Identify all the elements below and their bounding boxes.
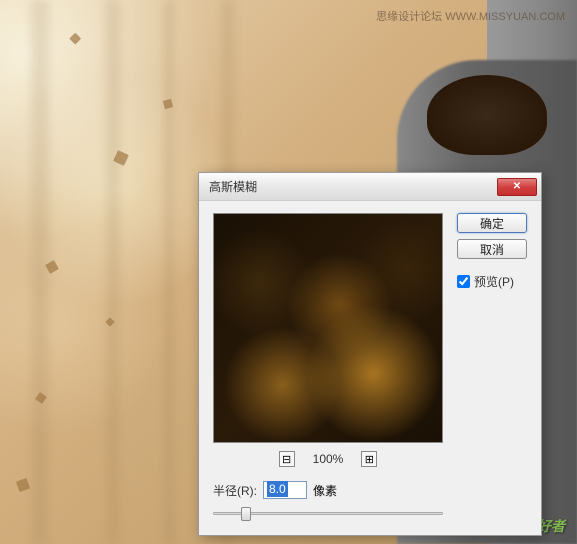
- radius-input[interactable]: 8.0: [263, 481, 307, 499]
- cancel-button[interactable]: 取消: [457, 239, 527, 259]
- close-icon: ✕: [513, 181, 521, 192]
- radius-label: 半径(R):: [213, 482, 257, 499]
- zoom-controls: ⊟ 100% ⊞: [213, 451, 443, 467]
- radius-slider[interactable]: [213, 507, 443, 521]
- radius-row: 半径(R): 8.0 像素: [213, 481, 443, 499]
- zoom-in-button[interactable]: ⊞: [361, 451, 377, 467]
- preview-checkbox-label: 预览(P): [474, 273, 514, 290]
- preview-column: ⊟ 100% ⊞ 半径(R): 8.0 像素: [213, 213, 443, 521]
- dialog-title: 高斯模糊: [209, 178, 497, 195]
- zoom-level: 100%: [313, 452, 344, 466]
- plus-icon: ⊞: [365, 453, 374, 466]
- ok-button[interactable]: 确定: [457, 213, 527, 233]
- preview-checkbox-row[interactable]: 预览(P): [457, 273, 527, 290]
- radius-unit: 像素: [313, 482, 337, 499]
- preview-checkbox[interactable]: [457, 275, 470, 288]
- dialog-body: ⊟ 100% ⊞ 半径(R): 8.0 像素 确定 取消 预览(: [199, 201, 541, 535]
- preview-image[interactable]: [213, 213, 443, 443]
- dialog-titlebar[interactable]: 高斯模糊 ✕: [199, 173, 541, 201]
- background-hair: [427, 75, 547, 155]
- gaussian-blur-dialog: 高斯模糊 ✕ ⊟ 100% ⊞ 半径(R): 8.0 像素: [198, 172, 542, 536]
- close-button[interactable]: ✕: [497, 178, 537, 196]
- button-column: 确定 取消 预览(P): [457, 213, 527, 521]
- slider-thumb[interactable]: [241, 507, 251, 521]
- minus-icon: ⊟: [282, 453, 291, 466]
- watermark-top: 思缘设计论坛 WWW.MISSYUAN.COM: [376, 8, 565, 24]
- zoom-out-button[interactable]: ⊟: [279, 451, 295, 467]
